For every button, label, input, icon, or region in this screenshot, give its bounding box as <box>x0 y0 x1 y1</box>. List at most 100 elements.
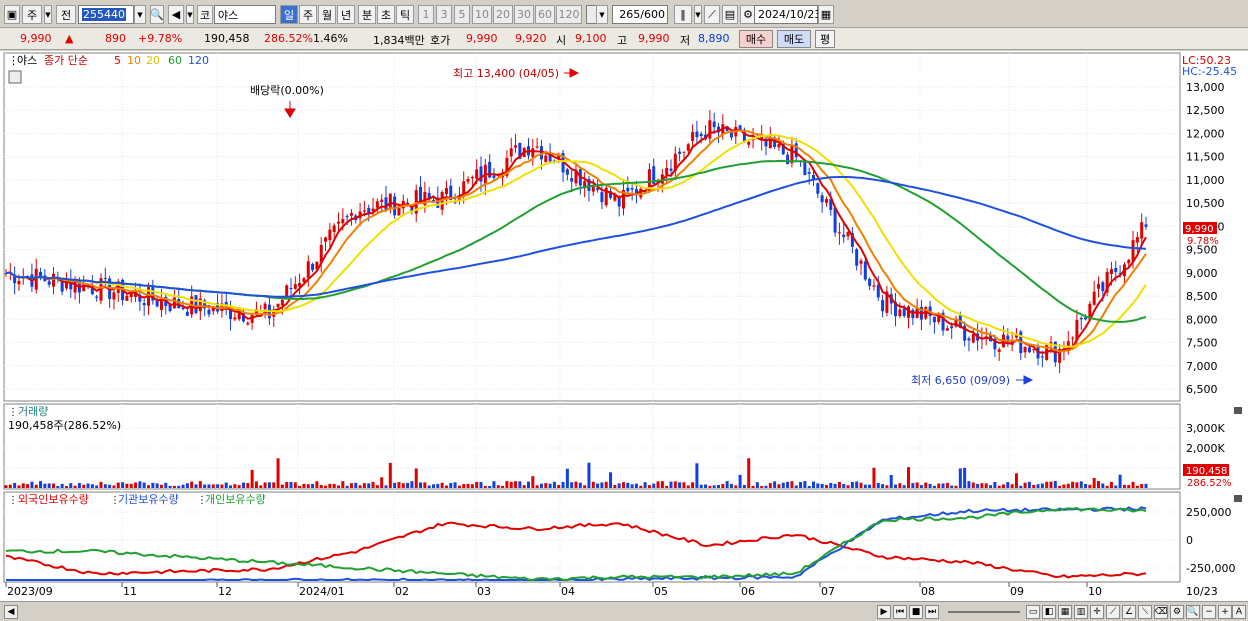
volume-bar <box>755 482 759 488</box>
volume-bar <box>630 484 634 488</box>
market-select[interactable]: 주 <box>22 5 42 24</box>
candle-dropdown-icon[interactable]: ▼ <box>694 5 702 24</box>
interval-10-button[interactable]: 10 <box>472 5 492 24</box>
interval-120-button[interactable]: 120 <box>556 5 582 24</box>
market-dropdown-icon[interactable]: ▼ <box>44 5 52 24</box>
institution-holding-legend: 기관보유수량 <box>118 493 179 506</box>
holding-panel-close-icon[interactable] <box>1234 495 1242 502</box>
volume-bar <box>207 484 211 488</box>
interval-30-button[interactable]: 30 <box>514 5 534 24</box>
eraser-icon[interactable]: ⌫ <box>1154 605 1168 619</box>
volume-bar <box>293 482 297 488</box>
save-icon[interactable]: ▤ <box>722 5 738 24</box>
period-year-button[interactable]: 년 <box>337 5 355 24</box>
volume-bar <box>1079 481 1083 488</box>
crosshair-icon[interactable]: ✛ <box>1090 605 1104 619</box>
speaker-icon[interactable]: ◀ <box>168 5 184 24</box>
interval-5-button[interactable]: 5 <box>454 5 470 24</box>
scroll-start-icon[interactable]: ⏮ <box>893 605 907 619</box>
volume-bar <box>522 485 526 488</box>
date-input[interactable]: 2024/10/23 <box>754 5 821 24</box>
volume-bar <box>64 485 68 488</box>
window-menu-icon[interactable]: ▣ <box>4 5 20 24</box>
volume-bar <box>77 483 81 488</box>
sell-button-label: 매도 <box>783 33 805 46</box>
price-panel-frame <box>3 52 1181 402</box>
candle-body <box>868 278 872 286</box>
volume-bar <box>358 485 362 488</box>
volume-bar <box>980 483 984 488</box>
chart-type-button[interactable]: 코 <box>197 5 213 24</box>
text-tool-icon[interactable]: A <box>1232 605 1246 619</box>
period-day-button[interactable]: 일 <box>280 5 298 24</box>
volume-bar <box>855 481 859 488</box>
menu-dots-icon[interactable]: ⋮ <box>8 407 18 418</box>
line-tool-icon[interactable]: ⟋ <box>704 5 720 24</box>
volume-bar <box>617 483 621 488</box>
interval-20-button[interactable]: 20 <box>493 5 513 24</box>
interval-20-label: 20 <box>496 8 510 21</box>
grid-toggle-icon[interactable] <box>8 70 22 84</box>
trendline-icon[interactable]: ⟋ <box>1106 605 1120 619</box>
volume-bar <box>380 477 384 488</box>
code-dropdown-icon[interactable]: ▼ <box>134 5 146 24</box>
stock-name-field[interactable]: 야스 <box>214 5 276 24</box>
scroll-left-icon[interactable]: ◀ <box>4 605 18 619</box>
zoom-out-icon[interactable]: − <box>1202 605 1216 619</box>
interval-1-button[interactable]: 1 <box>418 5 434 24</box>
eval-button[interactable]: 평 <box>815 30 835 48</box>
menu-dots-icon[interactable]: ⋮ <box>8 495 18 506</box>
period-tick-button[interactable]: 틱 <box>396 5 414 24</box>
zoom-slider[interactable] <box>948 611 1020 613</box>
stock-chart[interactable]: 13,00012,50012,00011,50011,00010,50010,0… <box>0 51 1248 601</box>
layout-icon[interactable]: ▦ <box>1058 605 1072 619</box>
interval-dropdown-icon[interactable]: ▼ <box>596 5 608 24</box>
restore-icon[interactable]: ◧ <box>1042 605 1056 619</box>
volume-bar <box>790 481 794 488</box>
scroll-right-icon[interactable]: ▶ <box>877 605 891 619</box>
scroll-end-icon[interactable]: ⏭ <box>925 605 939 619</box>
stock-name-value: 야스 <box>218 8 239 22</box>
zoom-in-icon[interactable]: + <box>1218 605 1232 619</box>
angle-icon[interactable]: ∠ <box>1122 605 1136 619</box>
chart-svg[interactable]: 13,00012,50012,00011,50011,00010,50010,0… <box>0 51 1248 601</box>
type-select[interactable]: 전 <box>56 5 76 24</box>
volume-bar <box>950 485 954 488</box>
candle-body <box>777 143 781 148</box>
volume-bar <box>90 484 94 488</box>
stock-code-input[interactable]: 255440 <box>78 5 134 24</box>
settings-icon[interactable]: ⚙ <box>1170 605 1184 619</box>
candle-body <box>824 199 828 203</box>
volume-bar <box>1109 481 1113 488</box>
search-icon[interactable]: 🔍 <box>150 5 164 24</box>
period-second-button[interactable]: 초 <box>377 5 395 24</box>
ray-icon[interactable]: ⟍ <box>1138 605 1152 619</box>
speaker-dropdown-icon[interactable]: ▼ <box>186 5 194 24</box>
split-icon[interactable]: ▥ <box>1074 605 1088 619</box>
price-tick-label: 6,500 <box>1186 383 1218 396</box>
chart-scrollbar[interactable]: ◀ ▶ ⏮ ■ ⏭ ▭ ◧ ▦ ▥ ✛ ⟋ ∠ ⟍ ⌫ ⚙ 🔍 − + A <box>0 601 1248 621</box>
minimize-icon[interactable]: ▭ <box>1026 605 1040 619</box>
count-input[interactable]: 265/600 <box>612 5 668 24</box>
volume-bar <box>1131 481 1135 488</box>
volume-bar <box>440 482 444 488</box>
stop-icon[interactable]: ■ <box>909 605 923 619</box>
candle-body <box>531 148 535 158</box>
period-week-button[interactable]: 주 <box>299 5 317 24</box>
period-minute-button[interactable]: 분 <box>358 5 376 24</box>
candle-body <box>1135 237 1139 243</box>
zoom-icon[interactable]: 🔍 <box>1186 605 1200 619</box>
period-month-button[interactable]: 월 <box>318 5 336 24</box>
candle-body <box>285 285 289 297</box>
volume-bar <box>760 485 764 488</box>
volume-bar <box>276 458 280 488</box>
candle-icon[interactable]: ‖ <box>674 5 692 24</box>
interval-3-button[interactable]: 3 <box>436 5 452 24</box>
volume-panel-close-icon[interactable] <box>1234 407 1242 414</box>
market-label: 주 <box>26 8 38 22</box>
sell-button[interactable]: 매도 <box>777 30 811 48</box>
interval-60-button[interactable]: 60 <box>535 5 555 24</box>
volume-bar <box>881 484 885 488</box>
buy-button[interactable]: 매수 <box>739 30 773 48</box>
calendar-icon[interactable]: ▦ <box>818 5 834 24</box>
